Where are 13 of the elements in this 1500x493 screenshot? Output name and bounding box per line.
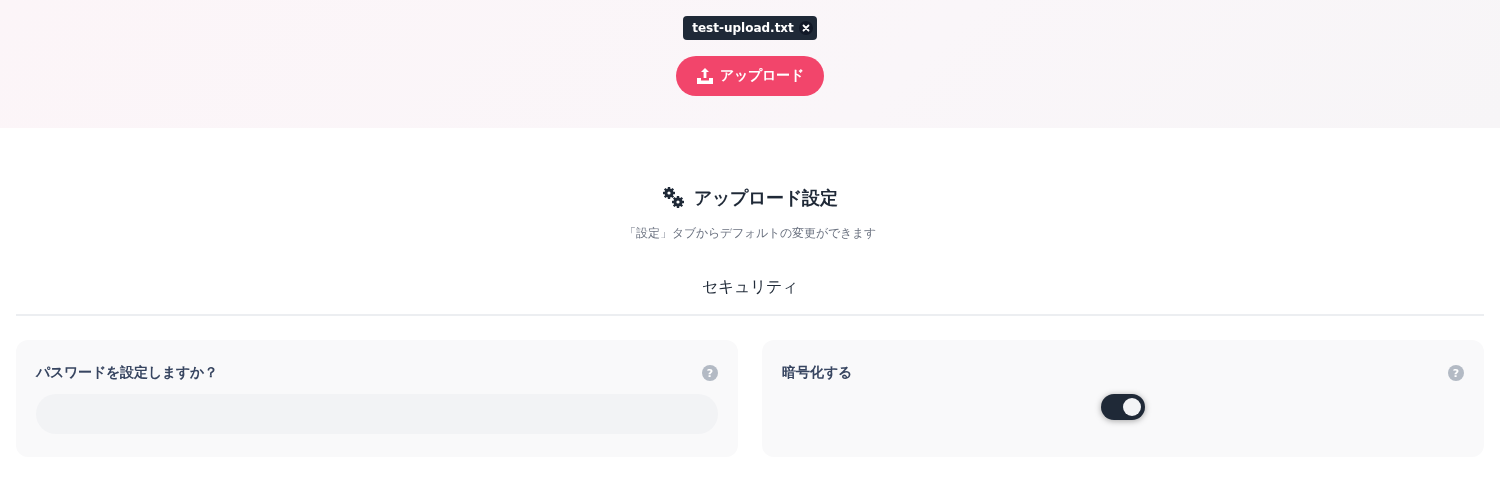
section-heading: セキュリティ <box>702 277 798 298</box>
setting-label: 暗号化する <box>782 364 852 382</box>
encrypt-toggle[interactable] <box>1101 394 1145 420</box>
upload-button[interactable]: アップロード <box>676 56 824 96</box>
close-icon[interactable] <box>798 21 813 35</box>
help-icon[interactable]: ? <box>702 365 718 381</box>
gears-icon <box>662 186 686 210</box>
settings-hint: 「設定」タブからデフォルトの変更ができます <box>624 226 876 241</box>
file-name: test-upload.txt <box>692 21 794 35</box>
setting-label: パスワードを設定しますか？ <box>36 364 218 382</box>
settings-title: アップロード設定 <box>694 186 838 210</box>
help-icon[interactable]: ? <box>1448 365 1464 381</box>
upload-icon <box>696 67 714 85</box>
